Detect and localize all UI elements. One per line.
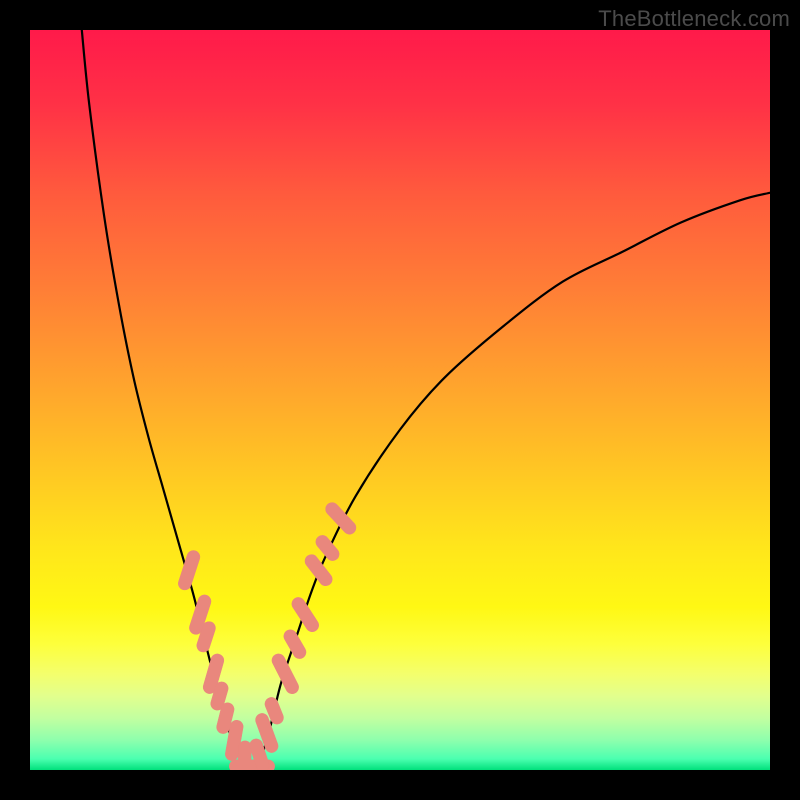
curve-marker bbox=[323, 500, 359, 537]
curve-markers bbox=[177, 500, 359, 770]
right-curve bbox=[252, 193, 770, 767]
curve-marker bbox=[270, 652, 301, 696]
watermark-text: TheBottleneck.com bbox=[598, 6, 790, 32]
curve-marker bbox=[281, 627, 308, 661]
curves-layer bbox=[30, 30, 770, 770]
curve-marker bbox=[177, 549, 202, 592]
chart-frame: TheBottleneck.com bbox=[0, 0, 800, 800]
left-curve bbox=[82, 30, 252, 767]
plot-area bbox=[30, 30, 770, 770]
curve-marker bbox=[289, 595, 321, 634]
